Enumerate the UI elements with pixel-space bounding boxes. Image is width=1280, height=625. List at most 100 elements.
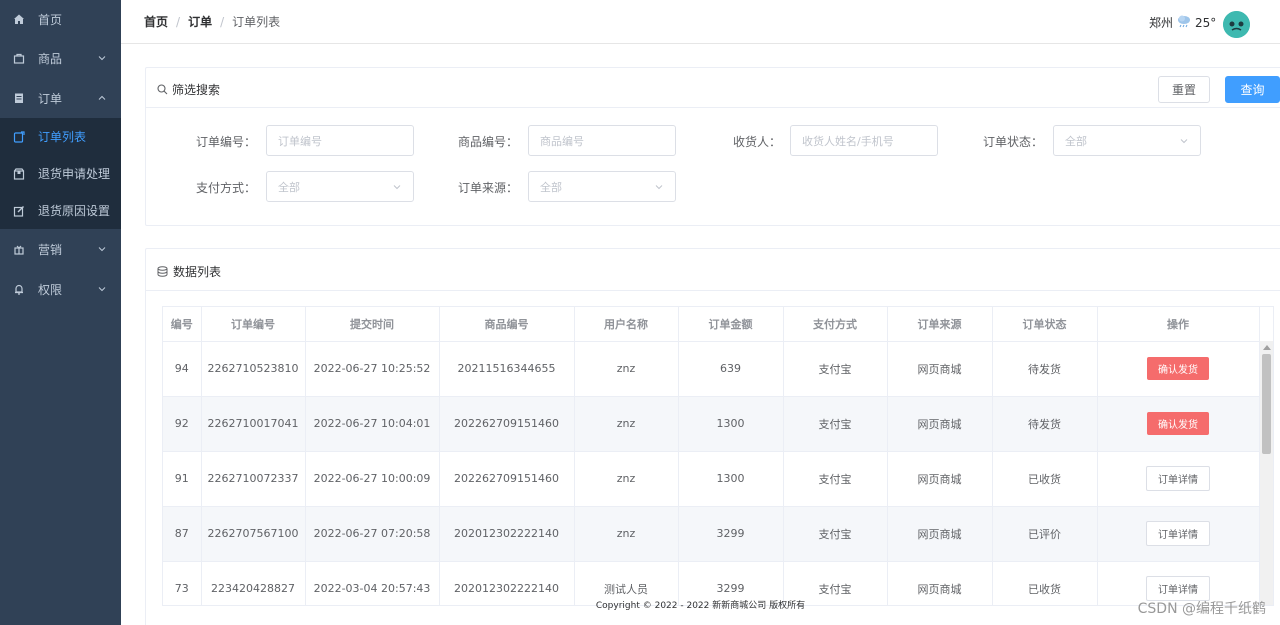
column-header: 支付方式 [783, 307, 888, 342]
cell-product-no: 202262709151460 [439, 451, 575, 507]
receiver-placeholder: 收货人姓名/手机号 [802, 134, 894, 148]
cell-amount: 1300 [678, 396, 784, 452]
cell-id: 92 [163, 396, 202, 452]
list-title-text: 数据列表 [173, 265, 222, 279]
search-icon [157, 84, 168, 95]
cell-source: 网页商城 [887, 506, 993, 562]
column-header: 订单金额 [678, 307, 784, 342]
query-button[interactable]: 查询 [1225, 76, 1280, 103]
filter-header: 筛选搜索 重置 查询 [146, 68, 1280, 108]
cell-actions: 订单详情 [1097, 506, 1260, 562]
list-header: 数据列表 [146, 249, 1280, 291]
table-row: 87 2262707567100 2022-06-27 07:20:58 202… [163, 506, 1260, 562]
weather-temp: 25° [1195, 15, 1217, 30]
cell-amount: 639 [678, 341, 784, 397]
sidebar-item-goods[interactable]: 商品 [0, 38, 121, 78]
sidebar-submenu-order: 订单列表 退货申请处理 退货原因设置 [0, 118, 121, 229]
sidebar-item-return-reason[interactable]: 退货原因设置 [0, 192, 121, 229]
chevron-down-icon [1180, 139, 1188, 144]
sidebar-item-label: 退货原因设置 [38, 204, 111, 218]
sidebar-item-label: 退货申请处理 [38, 167, 111, 181]
filter-card: 筛选搜索 重置 查询 订单编号： 订单编号 商品编号： 商品编号 收货人： 收货… [145, 67, 1280, 226]
cell-status: 已评价 [992, 506, 1098, 562]
cell-source: 网页商城 [887, 341, 993, 397]
cell-submit-time: 2022-06-27 07:20:58 [305, 506, 440, 562]
cell-source: 网页商城 [887, 451, 993, 507]
chevron-down-icon [655, 185, 663, 190]
column-header: 编号 [163, 307, 202, 342]
box-icon [12, 167, 26, 181]
cloud-rain-icon [1176, 14, 1192, 31]
sidebar-item-order[interactable]: 订单 [0, 78, 121, 118]
cell-amount: 3299 [678, 506, 784, 562]
order-no-input[interactable]: 订单编号 [266, 125, 414, 156]
order-table: 编号 订单编号 提交时间 商品编号 用户名称 订单金额 支付方式 订单来源 订单… [162, 306, 1274, 606]
bag-icon [12, 51, 26, 65]
table-row: 92 2262710017041 2022-06-27 10:04:01 202… [163, 396, 1260, 452]
scroll-up-arrow-icon[interactable] [1263, 345, 1271, 350]
cell-status: 待发货 [992, 341, 1098, 397]
weather-city: 郑州 [1149, 16, 1174, 30]
breadcrumb-order[interactable]: 订单 [188, 13, 212, 30]
cell-id: 94 [163, 341, 202, 397]
order-no-label: 订单编号： [195, 135, 256, 149]
breadcrumb-home[interactable]: 首页 [144, 13, 168, 30]
order-source-label: 订单来源： [457, 181, 518, 195]
column-header: 提交时间 [305, 307, 440, 342]
cell-product-no: 20211516344655 [439, 341, 575, 397]
column-header: 订单编号 [201, 307, 306, 342]
sidebar-item-order-list[interactable]: 订单列表 [0, 118, 121, 155]
cell-status: 待发货 [992, 396, 1098, 452]
cell-order-no: 2262707567100 [201, 506, 306, 562]
cell-order-no: 2262710017041 [201, 396, 306, 452]
table-row: 91 2262710072337 2022-06-27 10:00:09 202… [163, 451, 1260, 507]
cell-id: 87 [163, 506, 202, 562]
cell-username: znz [574, 396, 679, 452]
order-no-placeholder: 订单编号 [278, 134, 322, 148]
receiver-input[interactable]: 收货人姓名/手机号 [790, 125, 938, 156]
chevron-down-icon [393, 185, 401, 190]
sidebar-item-label: 订单 [38, 91, 63, 106]
cell-source: 网页商城 [887, 396, 993, 452]
breadcrumb: 首页 / 订单 / 订单列表 [144, 13, 280, 30]
gift-icon [12, 242, 26, 256]
product-no-label: 商品编号： [457, 135, 518, 149]
chevron-down-icon [98, 247, 106, 252]
sidebar-item-marketing[interactable]: 营销 [0, 229, 121, 269]
order-status-value: 全部 [1065, 134, 1087, 148]
list-title: 数据列表 [157, 263, 221, 280]
confirm-ship-button[interactable]: 确认发货 [1147, 412, 1209, 435]
scroll-thumb[interactable] [1262, 354, 1271, 454]
product-no-input[interactable]: 商品编号 [528, 125, 676, 156]
cell-submit-time: 2022-06-27 10:04:01 [305, 396, 440, 452]
order-source-select[interactable]: 全部 [528, 171, 676, 202]
cell-username: znz [574, 451, 679, 507]
cell-pay-type: 支付宝 [783, 451, 888, 507]
pay-type-select[interactable]: 全部 [266, 171, 414, 202]
column-header: 订单状态 [992, 307, 1098, 342]
cell-actions: 确认发货 [1097, 341, 1260, 397]
cell-actions: 确认发货 [1097, 396, 1260, 452]
filter-title-text: 筛选搜索 [172, 83, 221, 97]
order-detail-button[interactable]: 订单详情 [1146, 466, 1210, 491]
table-scrollbar[interactable] [1259, 341, 1273, 605]
cell-pay-type: 支付宝 [783, 506, 888, 562]
sidebar-item-return-apply[interactable]: 退货申请处理 [0, 155, 121, 192]
home-icon [12, 12, 26, 26]
column-header: 商品编号 [439, 307, 575, 342]
pay-type-value: 全部 [278, 180, 300, 194]
database-icon [157, 266, 168, 277]
cell-id: 91 [163, 451, 202, 507]
column-header: 用户名称 [574, 307, 679, 342]
avatar[interactable] [1223, 11, 1250, 38]
sidebar-item-label: 首页 [38, 12, 63, 27]
sidebar-item-permission[interactable]: 权限 [0, 269, 121, 309]
data-list-card: 数据列表 编号 订单编号 提交时间 商品编号 用户名称 订单金额 支付方式 订单… [145, 248, 1280, 625]
order-status-select[interactable]: 全部 [1053, 125, 1201, 156]
reset-button[interactable]: 重置 [1158, 76, 1210, 103]
cell-submit-time: 2022-06-27 10:00:09 [305, 451, 440, 507]
sidebar-item-home[interactable]: 首页 [0, 0, 121, 38]
confirm-ship-button[interactable]: 确认发货 [1147, 357, 1209, 380]
order-detail-button[interactable]: 订单详情 [1146, 521, 1210, 546]
clipboard-icon [12, 91, 26, 105]
